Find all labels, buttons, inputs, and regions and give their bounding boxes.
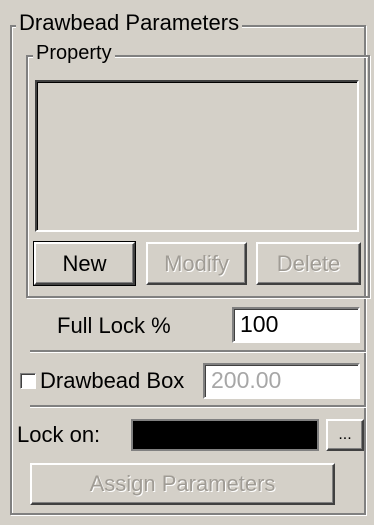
separator <box>30 350 366 352</box>
group-title: Drawbead Parameters <box>16 10 243 36</box>
full-lock-label: Full Lock % <box>57 313 171 338</box>
lock-on-browse-button[interactable]: ... <box>326 419 364 451</box>
separator <box>30 405 366 407</box>
new-button[interactable]: New <box>33 241 136 286</box>
drawbead-box-checkbox[interactable] <box>20 373 36 389</box>
assign-parameters-button[interactable]: Assign Parameters <box>30 463 335 505</box>
property-list[interactable] <box>35 80 359 232</box>
lock-on-label: Lock on: <box>17 422 101 447</box>
property-title: Property <box>33 40 115 66</box>
modify-button[interactable]: Modify <box>146 242 247 285</box>
drawbead-box-label: Drawbead Box <box>40 368 185 393</box>
full-lock-input[interactable]: 100 <box>232 307 360 343</box>
drawbead-box-input[interactable]: 200.00 <box>203 363 360 399</box>
lock-on-color-swatch[interactable] <box>131 419 319 451</box>
delete-button[interactable]: Delete <box>256 242 361 285</box>
